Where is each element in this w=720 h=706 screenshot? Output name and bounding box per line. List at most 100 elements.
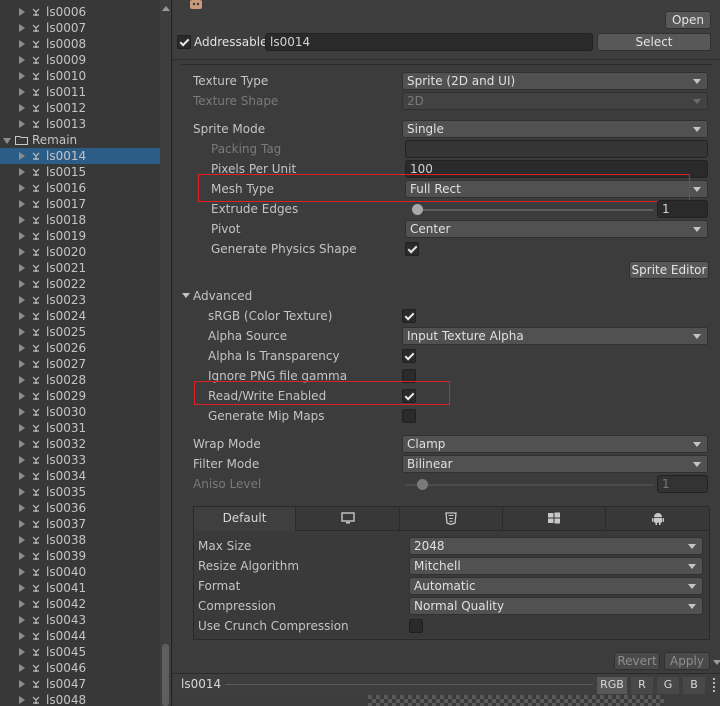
- tree-item[interactable]: ls0042: [0, 596, 160, 612]
- collapsed-arrow-icon[interactable]: [19, 696, 25, 704]
- tree-item[interactable]: ls0017: [0, 196, 160, 212]
- tab-windows[interactable]: [503, 507, 606, 531]
- pivot-dropdown[interactable]: Center: [405, 220, 708, 238]
- tree-item[interactable]: ls0043: [0, 612, 160, 628]
- collapsed-arrow-icon[interactable]: [19, 120, 25, 128]
- tree-item[interactable]: ls0012: [0, 100, 160, 116]
- collapsed-arrow-icon[interactable]: [19, 200, 25, 208]
- more-options-icon[interactable]: [713, 678, 715, 692]
- tree-item[interactable]: ls0024: [0, 308, 160, 324]
- tree-item[interactable]: ls0018: [0, 212, 160, 228]
- collapsed-arrow-icon[interactable]: [19, 264, 25, 272]
- tree-item[interactable]: ls0023: [0, 292, 160, 308]
- srgb-checkbox[interactable]: [402, 309, 416, 323]
- tree-item[interactable]: ls0041: [0, 580, 160, 596]
- collapsed-arrow-icon[interactable]: [19, 312, 25, 320]
- tab-default[interactable]: Default: [194, 507, 296, 531]
- collapsed-arrow-icon[interactable]: [19, 456, 25, 464]
- extrude-slider-knob[interactable]: [412, 204, 423, 215]
- tree-item[interactable]: ls0020: [0, 244, 160, 260]
- resize-algorithm-dropdown[interactable]: Mitchell: [409, 557, 703, 575]
- collapsed-arrow-icon[interactable]: [19, 344, 25, 352]
- tree-item[interactable]: ls0029: [0, 388, 160, 404]
- tree-item[interactable]: ls0021: [0, 260, 160, 276]
- collapsed-arrow-icon[interactable]: [19, 440, 25, 448]
- physics-shape-checkbox[interactable]: [405, 242, 419, 256]
- tree-item[interactable]: ls0045: [0, 644, 160, 660]
- advanced-foldout-label[interactable]: Advanced: [193, 287, 252, 305]
- collapsed-arrow-icon[interactable]: [19, 232, 25, 240]
- collapsed-arrow-icon[interactable]: [19, 616, 25, 624]
- collapsed-arrow-icon[interactable]: [19, 328, 25, 336]
- collapsed-arrow-icon[interactable]: [19, 360, 25, 368]
- collapsed-arrow-icon[interactable]: [19, 248, 25, 256]
- collapsed-arrow-icon[interactable]: [19, 600, 25, 608]
- collapsed-arrow-icon[interactable]: [19, 584, 25, 592]
- collapsed-arrow-icon[interactable]: [19, 392, 25, 400]
- tree-folder-item[interactable]: Remain: [0, 132, 160, 148]
- crunch-compression-checkbox[interactable]: [409, 619, 423, 633]
- filter-mode-dropdown[interactable]: Bilinear: [402, 455, 708, 473]
- apply-button[interactable]: Apply: [664, 652, 710, 670]
- tree-item[interactable]: ls0011: [0, 84, 160, 100]
- tab-desktop[interactable]: [296, 507, 400, 531]
- scroll-up-arrow-icon[interactable]: [162, 6, 170, 11]
- tree-item[interactable]: ls0016: [0, 180, 160, 196]
- open-button[interactable]: Open: [665, 11, 711, 29]
- collapsed-arrow-icon[interactable]: [19, 472, 25, 480]
- collapsed-arrow-icon[interactable]: [19, 104, 25, 112]
- collapsed-arrow-icon[interactable]: [19, 280, 25, 288]
- wrap-mode-dropdown[interactable]: Clamp: [402, 435, 708, 453]
- extrude-slider-track[interactable]: [413, 209, 653, 211]
- collapsed-arrow-icon[interactable]: [19, 664, 25, 672]
- tree-item[interactable]: ls0015: [0, 164, 160, 180]
- panel-scroll-down-icon[interactable]: [713, 660, 720, 665]
- tab-webgl[interactable]: [400, 507, 503, 531]
- tree-item[interactable]: ls0046: [0, 660, 160, 676]
- tree-item[interactable]: ls0014: [0, 148, 160, 164]
- collapsed-arrow-icon[interactable]: [19, 88, 25, 96]
- expanded-arrow-icon[interactable]: [3, 138, 11, 144]
- scrollbar-thumb[interactable]: [162, 644, 169, 706]
- revert-button[interactable]: Revert: [614, 652, 660, 670]
- alpha-source-dropdown[interactable]: Input Texture Alpha: [402, 327, 708, 345]
- sprite-mode-dropdown[interactable]: Single: [402, 120, 708, 138]
- collapsed-arrow-icon[interactable]: [19, 376, 25, 384]
- tree-item[interactable]: ls0044: [0, 628, 160, 644]
- collapsed-arrow-icon[interactable]: [19, 296, 25, 304]
- addressable-checkbox[interactable]: [177, 35, 191, 49]
- tree-item[interactable]: ls0025: [0, 324, 160, 340]
- tree-item[interactable]: ls0010: [0, 68, 160, 84]
- collapsed-arrow-icon[interactable]: [19, 152, 25, 160]
- channel-b-toggle[interactable]: B: [683, 677, 705, 694]
- tree-item[interactable]: ls0013: [0, 116, 160, 132]
- mipmaps-checkbox[interactable]: [402, 409, 416, 423]
- tree-item[interactable]: ls0039: [0, 548, 160, 564]
- collapsed-arrow-icon[interactable]: [19, 8, 25, 16]
- alpha-transparency-checkbox[interactable]: [402, 349, 416, 363]
- tree-item[interactable]: ls0040: [0, 564, 160, 580]
- collapsed-arrow-icon[interactable]: [19, 520, 25, 528]
- channel-g-toggle[interactable]: G: [657, 677, 679, 694]
- collapsed-arrow-icon[interactable]: [19, 504, 25, 512]
- tree-item[interactable]: ls0006: [0, 4, 160, 20]
- tree-item[interactable]: ls0037: [0, 516, 160, 532]
- tree-item[interactable]: ls0026: [0, 340, 160, 356]
- collapsed-arrow-icon[interactable]: [19, 408, 25, 416]
- collapsed-arrow-icon[interactable]: [19, 536, 25, 544]
- tree-item[interactable]: ls0038: [0, 532, 160, 548]
- tree-item[interactable]: ls0047: [0, 676, 160, 692]
- channel-rgb-toggle[interactable]: RGB: [597, 677, 627, 694]
- tree-item[interactable]: ls0030: [0, 404, 160, 420]
- channel-r-toggle[interactable]: R: [631, 677, 653, 694]
- collapsed-arrow-icon[interactable]: [19, 72, 25, 80]
- sprite-editor-button[interactable]: Sprite Editor: [629, 261, 709, 279]
- tree-item[interactable]: ls0031: [0, 420, 160, 436]
- format-dropdown[interactable]: Automatic: [409, 577, 703, 595]
- collapsed-arrow-icon[interactable]: [19, 184, 25, 192]
- tree-scrollbar[interactable]: [160, 0, 171, 706]
- collapsed-arrow-icon[interactable]: [19, 680, 25, 688]
- collapsed-arrow-icon[interactable]: [19, 24, 25, 32]
- collapsed-arrow-icon[interactable]: [19, 552, 25, 560]
- tree-item[interactable]: ls0019: [0, 228, 160, 244]
